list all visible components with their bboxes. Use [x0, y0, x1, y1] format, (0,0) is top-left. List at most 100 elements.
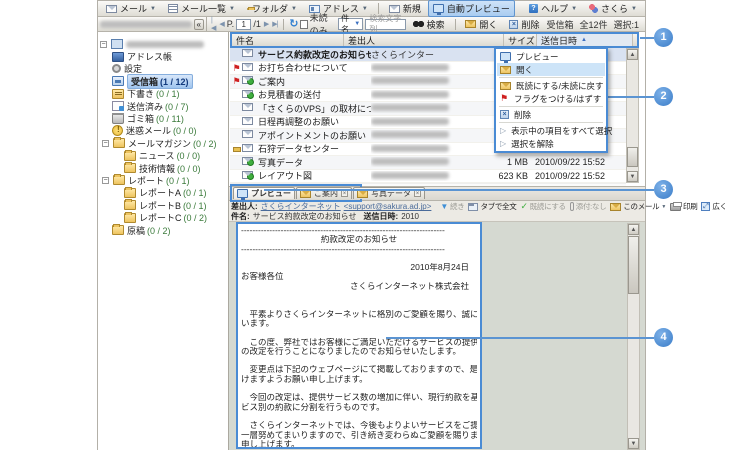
message-action-label: 印刷	[683, 201, 697, 212]
list-toolbar: « |◀ ◀ P. 1 /1 ▶ ▶| ↻ 未読のみ 件名 ▼ 検索文字列	[98, 17, 645, 32]
message-subject: レイアウト図	[258, 169, 371, 182]
message-action-button[interactable]: 添付:なし	[570, 201, 607, 212]
sidebar-folder-item[interactable]: 受信箱(1 / 12)	[100, 75, 228, 87]
context-menu-item[interactable]: ⚑ フラグをつける/はずす	[497, 92, 605, 105]
sidebar-folder-item[interactable]: − メールマガジン(0 / 2)	[100, 137, 228, 149]
sidebar-folder-item[interactable]: レポートB(0 / 1)	[100, 199, 228, 211]
message-action-button[interactable]: ✓ 既読にする	[520, 201, 565, 212]
open-mail-button[interactable]: 開く	[460, 16, 502, 33]
message-action-button[interactable]: 印刷	[670, 201, 697, 212]
toolbar-menu-icon	[247, 8, 249, 10]
folder-type-icon	[112, 52, 124, 62]
message-subject: お打ち合わせについて	[258, 61, 371, 74]
preview-pane: ----------------------------------------…	[229, 222, 645, 450]
scroll-thumb[interactable]	[627, 147, 638, 167]
menu-item-icon	[500, 82, 511, 90]
message-row[interactable]: レイアウト図 623 KB 2010/09/22 15:52	[230, 170, 626, 184]
prev-page-button[interactable]: ◀	[218, 20, 224, 28]
sidebar-folder-item[interactable]: 迷惑メール(0 / 0)	[100, 125, 228, 137]
unread-only-checkbox[interactable]	[300, 20, 307, 29]
delete-mail-button[interactable]: × 削除	[504, 16, 544, 33]
body-line: 約款改定のお知らせ	[241, 235, 477, 244]
search-input[interactable]: 検索文字列	[365, 19, 405, 30]
sidebar-collapse-button[interactable]: «	[194, 19, 204, 30]
message-action-button[interactable]: タブで全文	[468, 201, 516, 212]
context-menu-item[interactable]: ▷ 選択を解除	[497, 137, 605, 150]
menu-item-label: フラグをつける/はずす	[514, 93, 601, 105]
last-page-button[interactable]: ▶|	[271, 20, 278, 28]
close-tab-icon[interactable]: ×	[341, 190, 348, 197]
sender-blurred	[371, 64, 449, 71]
page-number-input[interactable]: 1	[236, 19, 251, 30]
envelope-icon	[242, 63, 253, 71]
message-action-button[interactable]: ⤢ 広く	[701, 201, 726, 212]
column-header-date[interactable]: 送信日時 ▲	[537, 34, 633, 46]
sidebar-folder-item[interactable]: 送信済み(0 / 7)	[100, 100, 228, 112]
scroll-up-button[interactable]: ▲	[627, 49, 638, 60]
tree-collapse-toggle[interactable]: −	[100, 41, 107, 48]
folder-sidebar: − アドレス帳 設定	[98, 32, 229, 450]
message-action-button[interactable]: このメール ▼	[610, 201, 666, 212]
refresh-icon[interactable]: ↻	[289, 19, 298, 30]
toolbar-menu-button[interactable]: メール ▼	[101, 0, 161, 17]
toolbar-divider	[455, 19, 456, 30]
toolbar-menu-button[interactable]: メール一覧 ▼	[163, 0, 240, 17]
context-menu-item[interactable]: ▷ 表示中の項目をすべて選択	[497, 124, 605, 137]
help-menu-button[interactable]: ? ヘルプ ▼	[524, 0, 582, 17]
body-line	[241, 412, 477, 421]
folder-label: 技術情報(0 / 0)	[139, 162, 201, 175]
open-button-label: 開く	[479, 18, 497, 31]
auto-preview-toggle[interactable]: 自動プレビュー	[428, 0, 515, 17]
message-action-button[interactable]: ▼ 続き	[440, 201, 464, 212]
body-line: 2010年8月24日	[241, 263, 477, 272]
sidebar-folder-item[interactable]: 技術情報(0 / 0)	[100, 162, 228, 174]
account-root-node[interactable]: −	[100, 38, 228, 50]
context-menu-item[interactable]: プレビュー	[497, 50, 605, 63]
column-header-subject[interactable]: 件名	[232, 34, 344, 46]
sidebar-folder-item[interactable]: レポートA(0 / 1)	[100, 187, 228, 199]
sidebar-folder-item[interactable]: アドレス帳	[100, 50, 228, 62]
first-page-button[interactable]: |◀	[210, 17, 216, 32]
next-page-button[interactable]: ▶	[263, 20, 269, 28]
scroll-thumb[interactable]	[628, 236, 639, 294]
chevron-down-icon: ▼	[571, 6, 577, 12]
column-header-size[interactable]: サイズ	[504, 34, 537, 46]
menu-item-icon: ▷	[500, 139, 506, 148]
search-target-select[interactable]: 件名 ▼	[338, 18, 363, 30]
list-scrollbar[interactable]: ▲ ▼	[626, 48, 639, 183]
search-button[interactable]: 検索	[408, 16, 450, 33]
body-line: けますようお願い申し上げます。	[241, 375, 477, 384]
scroll-down-button[interactable]: ▼	[628, 438, 639, 449]
menu-item-label: プレビュー	[516, 51, 559, 63]
sidebar-folder-item[interactable]: 原稿(0 / 2)	[100, 224, 228, 236]
message-row[interactable]: 写真データ 1 MB 2010/09/22 15:52	[230, 156, 626, 170]
message-action-label: 添付:なし	[576, 201, 607, 212]
context-menu-item[interactable]: 開く	[497, 63, 605, 76]
body-line: さくらインターネットでは、今後もよりよいサービスをご提供できますよう	[241, 421, 477, 430]
message-sender	[371, 90, 495, 100]
folder-label: 送信済み(0 / 7)	[127, 100, 189, 113]
context-menu-item[interactable]: × 削除	[497, 108, 605, 121]
message-action-icon	[670, 203, 681, 211]
sakura-menu-button[interactable]: さくら ▼	[584, 0, 642, 17]
sidebar-folder-item[interactable]: 下書き(0 / 1)	[100, 88, 228, 100]
envelope-icon	[242, 117, 253, 125]
scroll-up-button[interactable]: ▲	[628, 224, 639, 235]
column-header-from[interactable]: 差出人	[344, 34, 504, 46]
message-sender	[371, 130, 495, 140]
menu-item-label: 選択を解除	[511, 138, 554, 150]
context-menu-item[interactable]: 既読にする/未読に戻す	[497, 79, 605, 92]
folder-type-icon	[124, 213, 136, 223]
sidebar-folder-item[interactable]: レポートC(0 / 2)	[100, 211, 228, 223]
folder-label: 原稿(0 / 2)	[127, 224, 171, 237]
sidebar-folder-item[interactable]: ニュース(0 / 0)	[100, 150, 228, 162]
sidebar-folder-item[interactable]: − レポート(0 / 1)	[100, 174, 228, 186]
scroll-down-button[interactable]: ▼	[627, 171, 638, 182]
close-tab-icon[interactable]: ×	[414, 190, 421, 197]
toolbar-menu-button[interactable]: フォルダ ▼	[242, 0, 302, 17]
sidebar-folder-item[interactable]: ゴミ箱(0 / 11)	[100, 112, 228, 124]
menu-separator	[499, 106, 603, 107]
folder-type-icon	[113, 138, 125, 148]
tree-collapse-toggle[interactable]: −	[102, 177, 109, 184]
tree-collapse-toggle[interactable]: −	[102, 140, 109, 147]
